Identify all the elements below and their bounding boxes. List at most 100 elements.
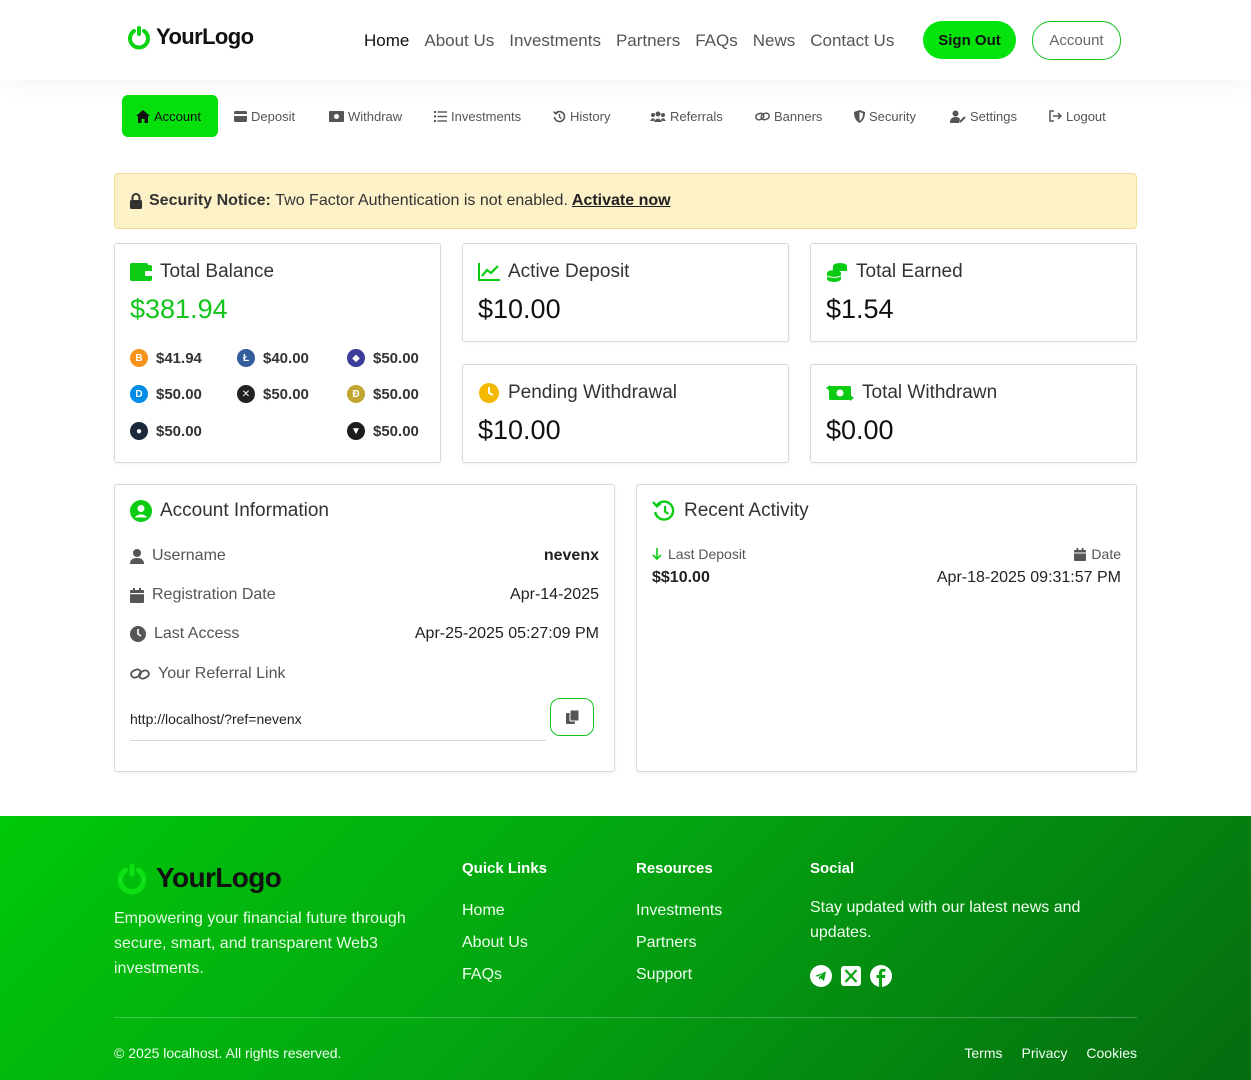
nav-investments[interactable]: Investments (509, 31, 601, 51)
home-icon (136, 109, 150, 123)
copyright: © 2025 localhost. All rights reserved. (114, 1045, 342, 1061)
dashboard-tabs: Account Deposit Withdraw Investments His… (0, 95, 1251, 137)
quick-links-title: Quick Links (462, 860, 548, 877)
wallet-icon (130, 263, 152, 281)
tab-settings[interactable]: Settings (950, 95, 1017, 137)
resources-title: Resources (636, 860, 713, 877)
total-balance-card: Total Balance $381.94 B $41.94 Ł $40.00 ◆ $50… (114, 243, 441, 463)
money-icon (329, 110, 344, 122)
username-value: nevenx (543, 547, 599, 564)
nav-about[interactable]: About Us (424, 31, 494, 51)
footer-logo[interactable]: YourLogo (114, 861, 282, 895)
account-info-card: Account Information Username nevenx Regi… (114, 484, 615, 772)
coin-balance: Ð $50.00 (347, 385, 419, 403)
clock-icon (130, 626, 146, 642)
card-title: Total Withdrawn (826, 382, 997, 404)
tab-withdraw[interactable]: Withdraw (329, 95, 402, 137)
footer-link-support[interactable]: Support (636, 959, 722, 991)
last-deposit-amount: $$10.00 (652, 569, 710, 586)
resources-links: Resources Investments Partners Support (636, 860, 722, 991)
nav-faqs[interactable]: FAQs (695, 31, 738, 51)
nav-news[interactable]: News (753, 31, 796, 51)
stat-label: Pending Withdrawal (508, 382, 677, 403)
tab-referrals[interactable]: Referrals (650, 95, 723, 137)
total-earned-value: $1.54 (826, 294, 894, 324)
cookies-link[interactable]: Cookies (1086, 1045, 1137, 1061)
activate-2fa-link[interactable]: Activate now (572, 192, 671, 210)
total-withdrawn-value: $0.00 (826, 415, 894, 445)
nav-contact[interactable]: Contact Us (810, 31, 894, 51)
last-deposit-label: Last Deposit (668, 546, 746, 562)
registration-row: Registration Date Apr-14-2025 (130, 586, 599, 604)
coin-balance: D $50.00 (130, 385, 202, 403)
pending-withdrawal-value: $10.00 (478, 415, 561, 445)
terms-link[interactable]: Terms (964, 1045, 1002, 1061)
lock-icon (130, 193, 142, 209)
litecoin-icon: Ł (237, 349, 255, 367)
main-nav: Home About Us Investments Partners FAQs … (364, 31, 894, 51)
last-access-label: Last Access (154, 625, 240, 642)
telegram-icon[interactable] (810, 965, 832, 987)
tab-deposit[interactable]: Deposit (234, 95, 295, 137)
tab-label: Withdraw (348, 108, 403, 124)
footer-link-home[interactable]: Home (462, 895, 547, 927)
card-title: Recent Activity (652, 500, 809, 522)
card-title: Account Information (130, 500, 329, 522)
tab-investments[interactable]: Investments (434, 95, 521, 137)
footer-description: Empowering your financial future through… (114, 910, 406, 977)
sign-out-button[interactable]: Sign Out (923, 21, 1016, 59)
coin-value: $50.00 (156, 422, 202, 440)
logout-icon (1049, 110, 1062, 122)
date-label: Date (1091, 546, 1121, 562)
coin-value: $41.94 (156, 349, 202, 367)
copy-referral-button[interactable] (550, 698, 594, 736)
link-icon (755, 111, 770, 121)
tab-banners[interactable]: Banners (755, 95, 822, 137)
recent-activity-title: Recent Activity (684, 500, 809, 521)
registration-label: Registration Date (152, 586, 276, 603)
coin-value: $40.00 (263, 349, 309, 367)
legal-links: Terms Privacy Cookies (964, 1045, 1137, 1061)
coin-dark-icon: ● (130, 422, 148, 440)
ethereum-icon: ◆ (347, 349, 365, 367)
security-notice: Security Notice: Two Factor Authenticati… (114, 173, 1137, 229)
coin-balance: B $41.94 (130, 349, 202, 367)
account-info-title: Account Information (160, 500, 329, 521)
tab-account[interactable]: Account (122, 95, 218, 137)
footer-link-investments[interactable]: Investments (636, 895, 722, 927)
total-earned-card: Total Earned $1.54 (810, 243, 1137, 342)
notice-text: Two Factor Authentication is not enabled… (275, 192, 568, 209)
nav-home[interactable]: Home (364, 31, 409, 51)
coin-balance: ● $50.00 (130, 422, 202, 440)
footer-link-faqs[interactable]: FAQs (462, 959, 547, 991)
tron-icon: ▼ (347, 422, 365, 440)
footer-divider (114, 1017, 1137, 1018)
date-label-group: Date (1074, 546, 1121, 562)
tab-history[interactable]: History (553, 95, 610, 137)
coin-balance: ◆ $50.00 (347, 349, 419, 367)
quick-links: Quick Links Home About Us FAQs (462, 860, 547, 991)
card-title: Pending Withdrawal (478, 382, 677, 404)
stat-label: Active Deposit (508, 261, 630, 282)
facebook-icon[interactable] (870, 965, 892, 987)
total-balance-label: Total Balance (160, 261, 275, 282)
brand-logo[interactable]: YourLogo (126, 24, 254, 50)
clock-icon (479, 383, 499, 403)
user-icon (130, 548, 144, 564)
logo-icon (117, 863, 147, 895)
total-withdrawn-card: Total Withdrawn $0.00 (810, 364, 1137, 463)
privacy-link[interactable]: Privacy (1022, 1045, 1068, 1061)
account-button[interactable]: Account (1032, 21, 1121, 60)
referral-link-input[interactable]: http://localhost/?ref=nevenx (130, 697, 546, 741)
tab-logout[interactable]: Logout (1049, 95, 1106, 137)
footer-link-partners[interactable]: Partners (636, 927, 722, 959)
nav-partners[interactable]: Partners (616, 31, 680, 51)
tab-security[interactable]: Security (854, 95, 916, 137)
coin-balance: ▼ $50.00 (347, 422, 419, 440)
footer-link-about[interactable]: About Us (462, 927, 547, 959)
social-text: Stay updated with our latest news and up… (810, 899, 1081, 941)
social-icons (810, 965, 1120, 987)
site-header: YourLogo Home About Us Investments Partn… (0, 0, 1251, 80)
logo-text: YourLogo (156, 24, 254, 49)
x-twitter-icon[interactable] (840, 965, 862, 987)
